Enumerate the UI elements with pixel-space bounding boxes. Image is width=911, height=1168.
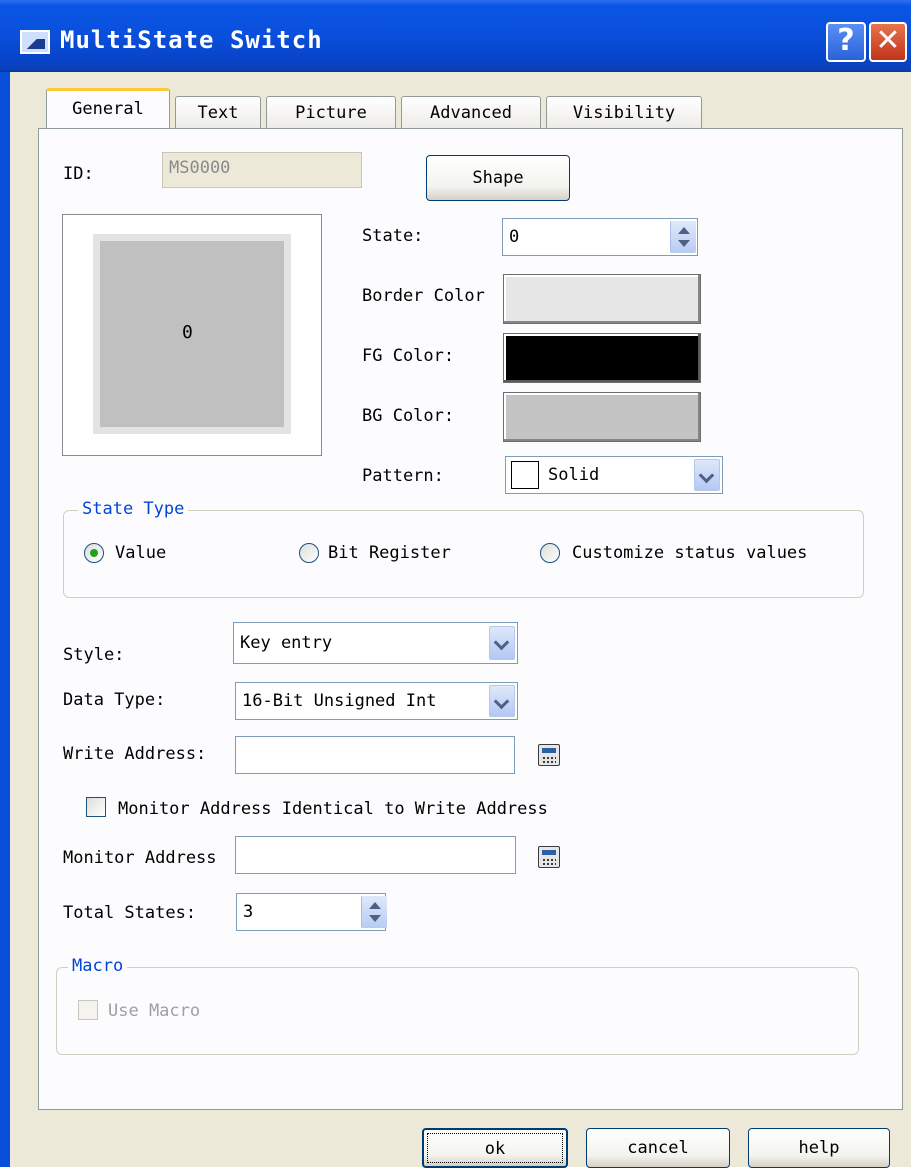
bg-color-label: BG Color: [362,406,455,426]
radio-value[interactable] [84,543,104,563]
dialog-window: MultiState Switch ? ✕ General Text Pictu… [0,0,911,1168]
state-label: State: [362,226,424,246]
monitor-address-label: Monitor Address [63,848,217,868]
style-select[interactable]: Key entry [233,622,518,664]
bg-color-button[interactable] [503,392,701,442]
write-address-label: Write Address: [63,744,207,764]
border-color-label: Border Color [362,286,485,306]
shape-button[interactable]: Shape [426,155,570,201]
monitor-address-calculator-icon[interactable] [538,846,560,868]
total-states-spin-icon[interactable] [361,896,387,928]
tab-picture[interactable]: Picture [266,96,396,130]
monitor-address-field[interactable] [235,836,516,874]
data-type-dropdown-chevron-down-icon[interactable] [489,685,515,717]
pattern-dropdown-chevron-down-icon[interactable] [694,459,720,491]
help-title-button[interactable]: ? [826,22,866,62]
state-spin-icon[interactable] [670,221,696,253]
ok-button[interactable]: ok [422,1128,568,1168]
monitor-identical-label[interactable]: Monitor Address Identical to Write Addre… [118,799,548,819]
macro-title: Macro [68,956,128,976]
radio-value-label[interactable]: Value [115,543,166,563]
cancel-button[interactable]: cancel [586,1128,730,1168]
shape-preview-value: 0 [182,322,193,343]
window-left-border [0,72,10,1167]
style-dropdown-chevron-down-icon[interactable] [489,626,515,660]
id-label: ID: [63,164,94,184]
id-field: MS0000 [162,152,362,188]
radio-customize-status[interactable] [540,543,560,563]
style-label: Style: [63,645,125,665]
write-address-field[interactable] [235,736,515,774]
total-states-label: Total States: [63,903,197,923]
state-type-title: State Type [78,499,189,519]
pattern-value: Solid [548,465,600,485]
data-type-value: 16-Bit Unsigned Int [242,691,437,711]
app-window-icon [20,30,50,54]
tab-text[interactable]: Text [175,96,261,130]
fg-color-label: FG Color: [362,346,455,366]
write-address-calculator-icon[interactable] [538,744,560,766]
window-title: MultiState Switch [60,26,323,54]
tab-general[interactable]: General [46,88,170,130]
style-value: Key entry [240,633,333,653]
use-macro-checkbox[interactable] [78,1000,98,1020]
data-type-label: Data Type: [63,690,166,710]
tab-visibility[interactable]: Visibility [546,96,702,130]
state-value: 0 [509,227,520,247]
border-color-button[interactable] [503,274,701,324]
pattern-swatch [511,461,539,489]
data-type-select[interactable]: 16-Bit Unsigned Int [235,682,518,720]
total-states-value: 3 [243,902,254,922]
tab-advanced[interactable]: Advanced [401,96,541,130]
help-button[interactable]: help [748,1128,890,1168]
radio-bit-register-label[interactable]: Bit Register [328,543,451,563]
monitor-identical-checkbox[interactable] [86,797,106,817]
radio-bit-register[interactable] [299,543,319,563]
state-stepper[interactable]: 0 [502,218,698,256]
pattern-select[interactable]: Solid [505,456,723,494]
use-macro-label[interactable]: Use Macro [108,1001,200,1021]
pattern-label: Pattern: [362,466,444,486]
title-bar: MultiState Switch ? ✕ [0,0,911,72]
fg-color-button[interactable] [503,333,701,383]
close-icon[interactable]: ✕ [869,22,907,62]
radio-customize-status-label[interactable]: Customize status values [572,543,807,563]
